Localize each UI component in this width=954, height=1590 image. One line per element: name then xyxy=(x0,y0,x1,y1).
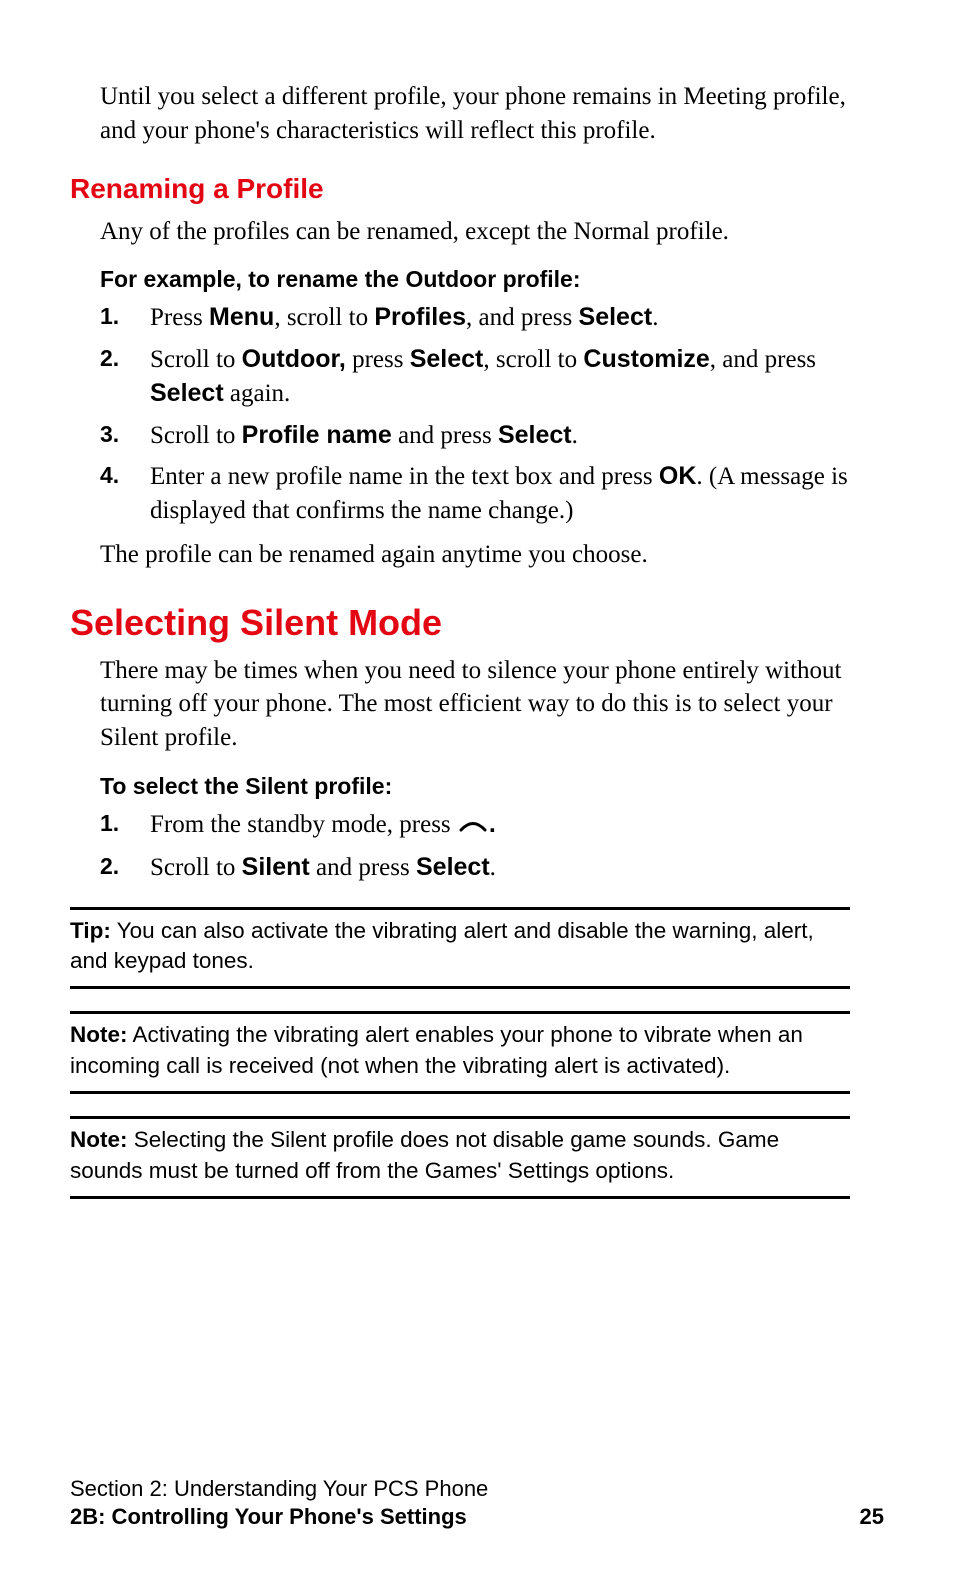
rename-step-4: Enter a new profile name in the text box… xyxy=(100,460,850,528)
footer-section-label: Section 2: Understanding Your PCS Phone xyxy=(70,1476,884,1502)
tip-text: You can also activate the vibrating aler… xyxy=(70,918,814,973)
rename-step-2: Scroll to Outdoor, press Select, scroll … xyxy=(100,343,850,411)
note-callout-2: Note: Selecting the Silent profile does … xyxy=(70,1116,850,1199)
heading-silent-mode: Selecting Silent Mode xyxy=(70,602,850,644)
silent-description: There may be times when you need to sile… xyxy=(100,654,850,755)
silent-select-label: To select the Silent profile: xyxy=(100,773,850,800)
note1-text: Activating the vibrating alert enables y… xyxy=(70,1022,803,1077)
page-footer: Section 2: Understanding Your PCS Phone … xyxy=(70,1476,884,1530)
content-body: Until you select a different profile, yo… xyxy=(70,80,850,1199)
rename-closing: The profile can be renamed again anytime… xyxy=(100,538,850,572)
rename-step-1: Press Menu, scroll to Profiles, and pres… xyxy=(100,301,850,335)
silent-steps-list: From the standby mode, press . Scroll to… xyxy=(100,808,850,885)
arc-key-icon xyxy=(459,809,487,843)
silent-step-1: From the standby mode, press . xyxy=(100,808,850,843)
note-callout-1: Note: Activating the vibrating alert ena… xyxy=(70,1011,850,1094)
intro-paragraph: Until you select a different profile, yo… xyxy=(100,80,850,148)
silent-step-2: Scroll to Silent and press Select. xyxy=(100,851,850,885)
tip-callout: Tip: You can also activate the vibrating… xyxy=(70,907,850,990)
rename-steps-list: Press Menu, scroll to Profiles, and pres… xyxy=(100,301,850,528)
rename-example-label: For example, to rename the Outdoor profi… xyxy=(100,266,850,293)
footer-subsection-label: 2B: Controlling Your Phone's Settings xyxy=(70,1504,467,1530)
note2-label: Note: xyxy=(70,1127,128,1152)
note2-text: Selecting the Silent profile does not di… xyxy=(70,1127,779,1182)
rename-description: Any of the profiles can be renamed, exce… xyxy=(100,215,850,249)
rename-step-3: Scroll to Profile name and press Select. xyxy=(100,419,850,453)
tip-label: Tip: xyxy=(70,918,111,943)
document-page: Until you select a different profile, yo… xyxy=(0,0,954,1590)
note1-label: Note: xyxy=(70,1022,128,1047)
heading-rename-profile: Renaming a Profile xyxy=(70,173,850,205)
page-number: 25 xyxy=(860,1504,884,1530)
